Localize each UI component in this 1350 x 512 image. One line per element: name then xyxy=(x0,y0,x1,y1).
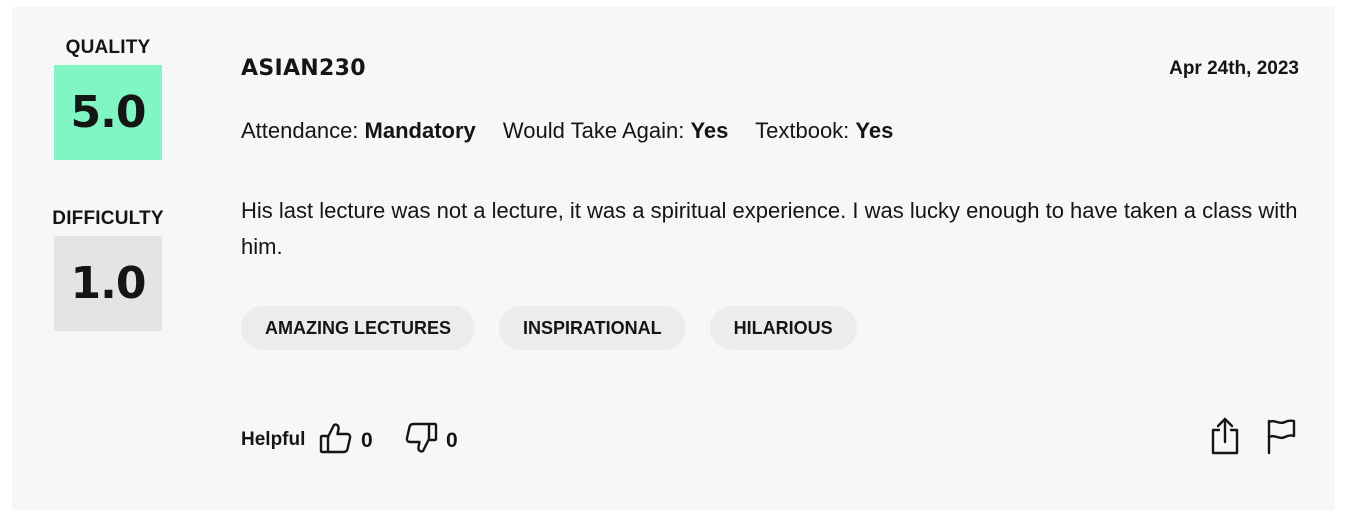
review-footer: Helpful 0 0 xyxy=(241,417,1301,461)
difficulty-score: 1.0 xyxy=(54,236,162,331)
meta-value: Mandatory xyxy=(364,118,476,143)
tag-chip: INSPIRATIONAL xyxy=(499,306,686,350)
review-tags: AMAZING LECTURES INSPIRATIONAL HILARIOUS xyxy=(241,306,857,350)
review-author: ASIAN230 xyxy=(241,56,366,81)
difficulty-label: DIFFICULTY xyxy=(52,208,164,229)
thumbs-down-count: 0 xyxy=(446,428,458,452)
review-comment: His last lecture was not a lecture, it w… xyxy=(241,198,1298,259)
tag-chip: AMAZING LECTURES xyxy=(241,306,475,350)
review-date: Apr 24th, 2023 xyxy=(1169,58,1299,79)
share-button[interactable] xyxy=(1207,417,1243,459)
meta-would-take-again: Would Take Again: Yes xyxy=(503,118,728,143)
meta-value: Yes xyxy=(855,118,894,143)
helpful-label: Helpful xyxy=(241,429,306,450)
thumbs-up-icon xyxy=(319,421,353,460)
review-meta: Attendance: Mandatory Would Take Again: … xyxy=(241,118,914,144)
meta-value: Yes xyxy=(690,118,729,143)
tag-chip: HILARIOUS xyxy=(709,306,857,350)
report-button[interactable] xyxy=(1263,417,1299,459)
meta-label: Attendance: xyxy=(241,118,365,143)
quality-score: 5.0 xyxy=(54,65,162,160)
meta-label: Textbook: xyxy=(755,118,856,143)
review-content: ASIAN230 Apr 24th, 2023 Attendance: Mand… xyxy=(241,7,1301,510)
thumbs-up-button[interactable]: 0 xyxy=(319,421,373,460)
quality-label: QUALITY xyxy=(65,37,151,58)
thumbs-up-count: 0 xyxy=(361,428,373,452)
meta-label: Would Take Again: xyxy=(502,118,691,143)
share-icon xyxy=(1208,416,1242,461)
meta-textbook: Textbook: Yes xyxy=(755,118,893,143)
thumbs-down-button[interactable]: 0 xyxy=(404,421,458,460)
thumbs-down-icon xyxy=(404,421,438,460)
rating-card: QUALITY 5.0 DIFFICULTY 1.0 ASIAN230 Apr … xyxy=(12,7,1335,510)
flag-icon xyxy=(1265,417,1297,460)
meta-attendance: Attendance: Mandatory xyxy=(241,118,476,143)
